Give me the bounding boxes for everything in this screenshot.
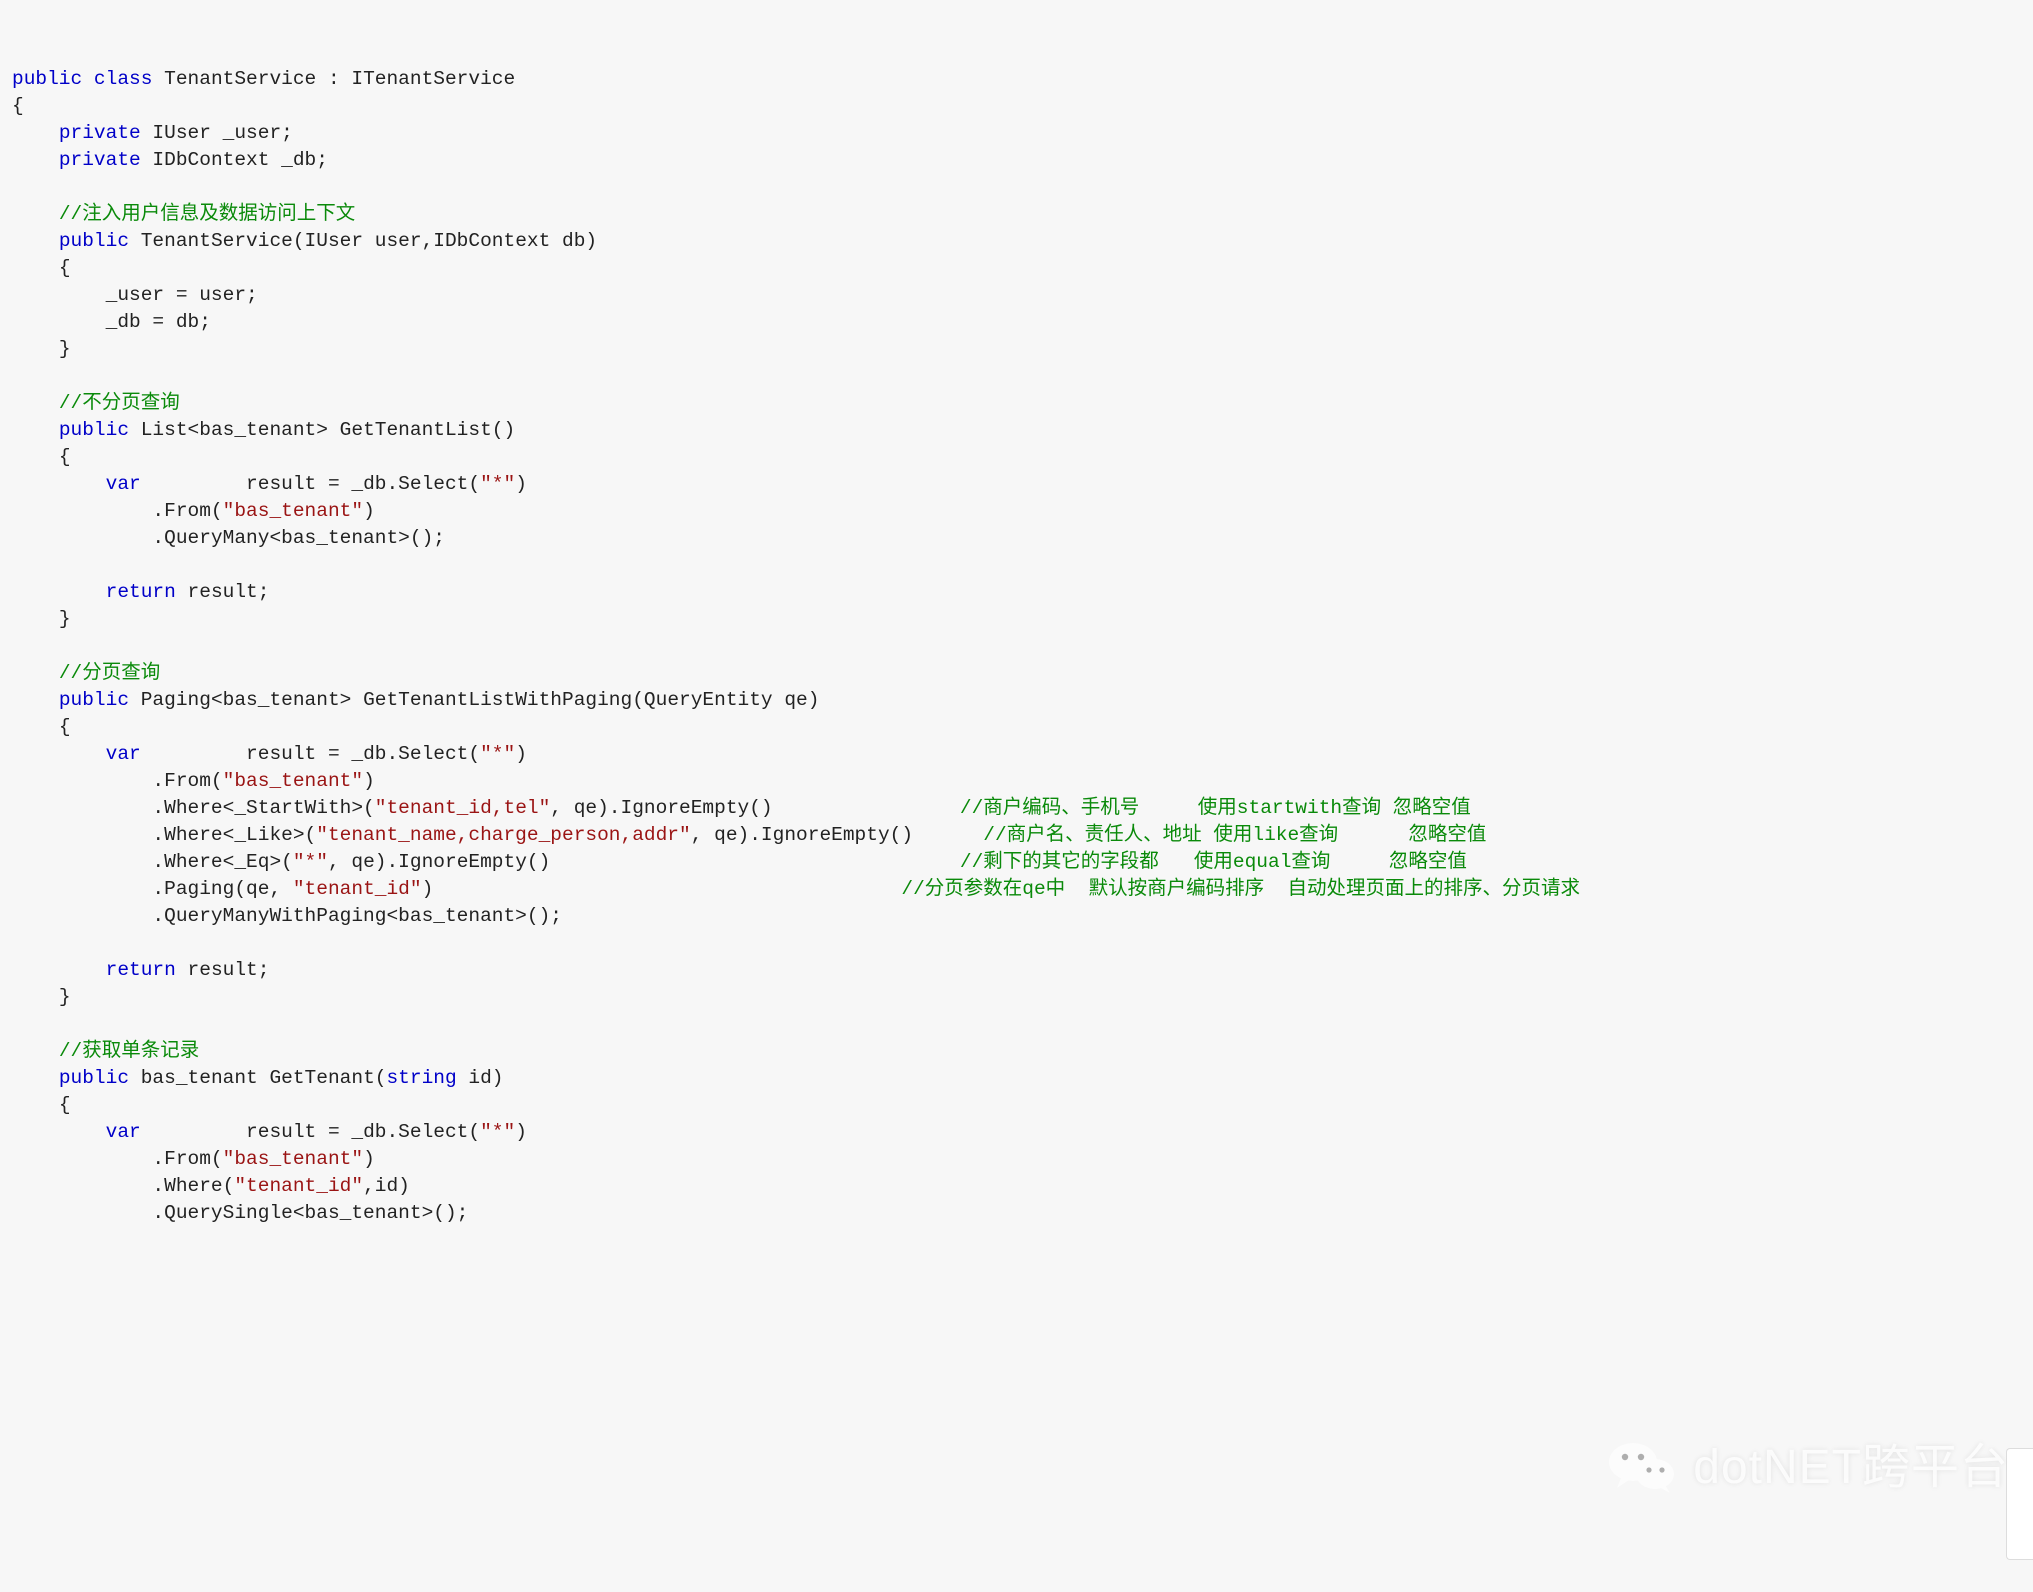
keyword-public: public [59,689,129,711]
keyword-public: public [59,230,129,252]
keyword-public: public [59,1067,129,1089]
m2-l2a: .From( [12,770,223,792]
m1-l1a: result = _db.Select( [141,473,480,495]
wechat-icon [1607,1384,1677,1550]
brace-close: } [59,986,71,1008]
comment-nopage: //不分页查询 [59,392,180,414]
m2-l6a: .Paging(qe, [12,878,293,900]
code-block: public class TenantService : ITenantServ… [12,68,1580,1224]
comment-startwith: //商户编码、手机号 使用startwith查询 忽略空值 [773,797,1471,819]
m1-sig: List<bas_tenant> GetTenantList() [129,419,515,441]
m2-l1a: result = _db.Select( [141,743,480,765]
keyword-var: var [106,1121,141,1143]
string-tenant-id: "tenant_id" [293,878,422,900]
m2-l4a: .Where<_Like>( [12,824,316,846]
brace-open: { [12,95,24,117]
string-star: "*" [480,743,515,765]
keyword-return: return [106,581,176,603]
m2-l7: .QueryManyWithPaging<bas_tenant>(); [12,905,562,927]
string-bas-tenant: "bas_tenant" [223,1148,363,1170]
m3-l1a: result = _db.Select( [141,1121,480,1143]
comment-page: //分页查询 [59,662,160,684]
m2-l2b: ) [363,770,375,792]
m3-l3a: .Where( [12,1175,234,1197]
field-user: IUser _user; [141,122,293,144]
comment-like: //商户名、责任人、地址 使用like查询 忽略空值 [913,824,1486,846]
m2-l1b: ) [515,743,527,765]
ctor-sig: TenantService(IUser user,IDbContext db) [129,230,597,252]
string-star: "*" [480,473,515,495]
keyword-public: public [12,68,82,90]
ctor-line-1: _user = user; [12,284,258,306]
keyword-string: string [386,1067,456,1089]
watermark: dotNET跨平台 [1607,1384,2009,1550]
class-decl: TenantService : ITenantService [152,68,515,90]
string-bas-tenant: "bas_tenant" [223,500,363,522]
brace-open: { [59,257,71,279]
m2-l6b: ) [422,878,434,900]
keyword-var: var [106,743,141,765]
m1-l1b: ) [515,473,527,495]
m2-l3b: , qe).IgnoreEmpty() [550,797,772,819]
brace-open: { [59,716,71,738]
m3-sig-a: bas_tenant GetTenant( [129,1067,386,1089]
m2-l4b: , qe).IgnoreEmpty() [691,824,913,846]
m2-l5b: , qe).IgnoreEmpty() [328,851,550,873]
m1-l2b: ) [363,500,375,522]
ctor-line-2: _db = db; [12,311,211,333]
scroll-handle[interactable] [2006,1448,2033,1560]
string-tenant-id: "tenant_id" [234,1175,363,1197]
comment-inject: //注入用户信息及数据访问上下文 [59,203,355,225]
string-tenant-name-etc: "tenant_name,charge_person,addr" [316,824,690,846]
keyword-class: class [94,68,153,90]
string-bas-tenant: "bas_tenant" [223,770,363,792]
field-db: IDbContext _db; [141,149,328,171]
return-result: result; [176,959,270,981]
m3-l4: .QuerySingle<bas_tenant>(); [12,1202,468,1224]
comment-single: //获取单条记录 [59,1040,199,1062]
comment-equal: //剩下的其它的字段都 使用equal查询 忽略空值 [550,851,1467,873]
keyword-public: public [59,419,129,441]
brace-open: { [59,1094,71,1116]
keyword-private: private [59,122,141,144]
string-tenant-id-tel: "tenant_id,tel" [375,797,551,819]
m1-l2a: .From( [12,500,223,522]
keyword-private: private [59,149,141,171]
return-result: result; [176,581,270,603]
brace-open: { [59,446,71,468]
m2-l3a: .Where<_StartWith>( [12,797,375,819]
m1-l3: .QueryMany<bas_tenant>(); [12,527,445,549]
comment-paging: //分页参数在qe中 默认按商户编码排序 自动处理页面上的排序、分页请求 [433,878,1580,900]
m2-sig: Paging<bas_tenant> GetTenantListWithPagi… [129,689,819,711]
keyword-var: var [106,473,141,495]
brace-close: } [59,608,71,630]
m3-l2a: .From( [12,1148,223,1170]
brace-close: } [59,338,71,360]
watermark-text: dotNET跨平台 [1693,1454,2009,1481]
m3-l2b: ) [363,1148,375,1170]
string-star: "*" [293,851,328,873]
m3-sig-b: id) [457,1067,504,1089]
keyword-return: return [106,959,176,981]
m2-l5a: .Where<_Eq>( [12,851,293,873]
m3-l1b: ) [515,1121,527,1143]
m3-l3b: ,id) [363,1175,410,1197]
string-star: "*" [480,1121,515,1143]
